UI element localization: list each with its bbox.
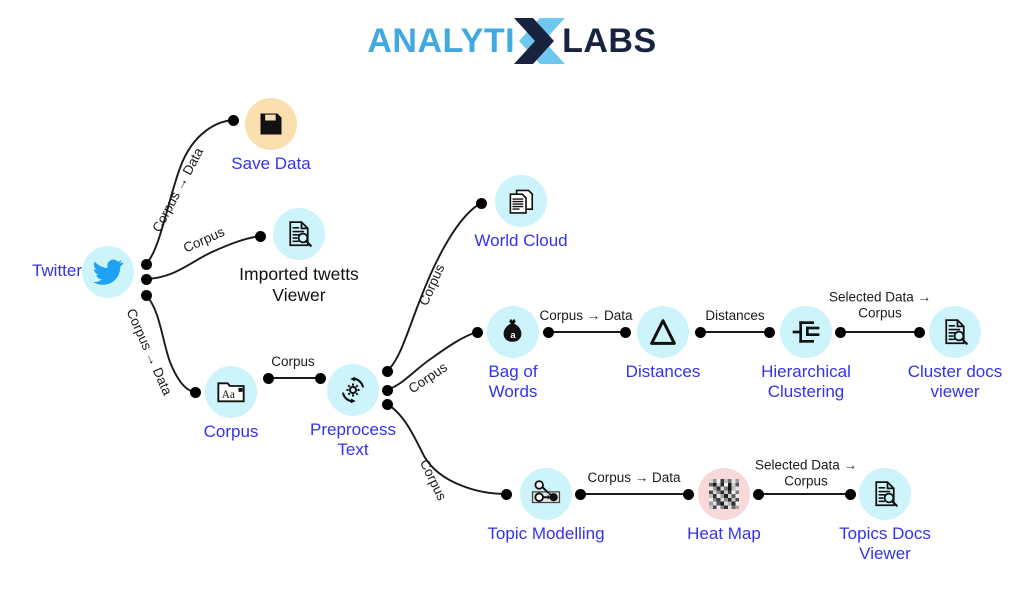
gear-cycle-icon	[327, 364, 379, 416]
svg-text:a: a	[510, 330, 516, 341]
port-corpus-out[interactable]	[262, 372, 274, 384]
edge-label-corpus-to-preprocess: Corpus	[271, 354, 315, 370]
port-world-cloud-in[interactable]	[475, 197, 487, 209]
port-corpus-in[interactable]	[189, 386, 201, 398]
edge-label-preprocess-to-world-cloud: Corpus	[416, 261, 448, 308]
node-label-imported-twetts-viewer: Imported twetts Viewer	[239, 264, 359, 305]
document-search-icon	[929, 306, 981, 358]
port-distances-in[interactable]	[619, 326, 631, 338]
port-cluster-docs-in[interactable]	[913, 326, 925, 338]
edge-label-distances-to-hierarchical: Distances	[705, 308, 765, 324]
port-topic-modelling-out[interactable]	[574, 488, 586, 500]
edge-label-hierarchical-to-cluster-docs: Selected Data → Corpus	[828, 289, 932, 320]
edge-label-bag-to-distances: Corpus → Data	[539, 308, 633, 324]
heatmap-grid-icon	[698, 468, 750, 520]
document-search-icon	[273, 208, 325, 260]
node-label-topics-docs-viewer: Topics Docs Viewer	[839, 524, 931, 564]
port-distances-out[interactable]	[694, 326, 706, 338]
edge-label-twitter-to-corpus: Corpus → Data	[123, 306, 176, 398]
port-preprocess-out-3[interactable]	[381, 398, 393, 410]
port-twitter-out-1[interactable]	[140, 258, 152, 270]
folder-aa-icon: Aa	[205, 366, 257, 418]
port-topics-docs-in[interactable]	[844, 488, 856, 500]
port-hierarchical-out[interactable]	[834, 326, 846, 338]
edge-label-heat-map-to-topics-docs: Selected Data → Corpus	[754, 457, 858, 488]
triangle-delta-icon	[637, 306, 689, 358]
port-save-data-in[interactable]	[227, 114, 239, 126]
edge-label-topic-modelling-to-heat-map: Corpus → Data	[587, 470, 681, 486]
money-bag-a-icon: a	[487, 306, 539, 358]
node-label-cluster-docs-viewer: Cluster docs viewer	[907, 362, 1003, 402]
port-topic-modelling-in[interactable]	[500, 488, 512, 500]
documents-stack-icon	[495, 175, 547, 227]
port-preprocess-in[interactable]	[314, 372, 326, 384]
port-bag-of-words-out[interactable]	[542, 326, 554, 338]
port-twitter-out-3[interactable]	[140, 289, 152, 301]
edge-label-preprocess-to-topic-modelling: Corpus	[416, 457, 450, 503]
edge-label-twitter-to-imported-viewer: Corpus	[180, 224, 227, 256]
node-label-world-cloud: World Cloud	[474, 231, 568, 250]
dendrogram-icon	[780, 306, 832, 358]
port-twitter-out-2[interactable]	[140, 273, 152, 285]
floppy-disk-icon	[245, 98, 297, 150]
port-bag-of-words-in[interactable]	[471, 326, 483, 338]
graph-nodes-icon	[520, 468, 572, 520]
twitter-bird-icon	[82, 246, 134, 298]
workflow-canvas[interactable]: Twitter Save Data Imported twetts Viewer…	[0, 0, 1024, 597]
node-label-preprocess-text: Preprocess Text	[310, 420, 396, 460]
port-preprocess-out-2[interactable]	[381, 384, 393, 396]
document-search-icon	[859, 468, 911, 520]
port-heat-map-in[interactable]	[682, 488, 694, 500]
port-hierarchical-in[interactable]	[763, 326, 775, 338]
port-heat-map-out[interactable]	[752, 488, 764, 500]
port-preprocess-out-1[interactable]	[381, 365, 393, 377]
node-label-twitter: Twitter	[31, 261, 82, 280]
svg-text:Aa: Aa	[222, 389, 235, 401]
port-imported-viewer-in[interactable]	[254, 230, 266, 242]
